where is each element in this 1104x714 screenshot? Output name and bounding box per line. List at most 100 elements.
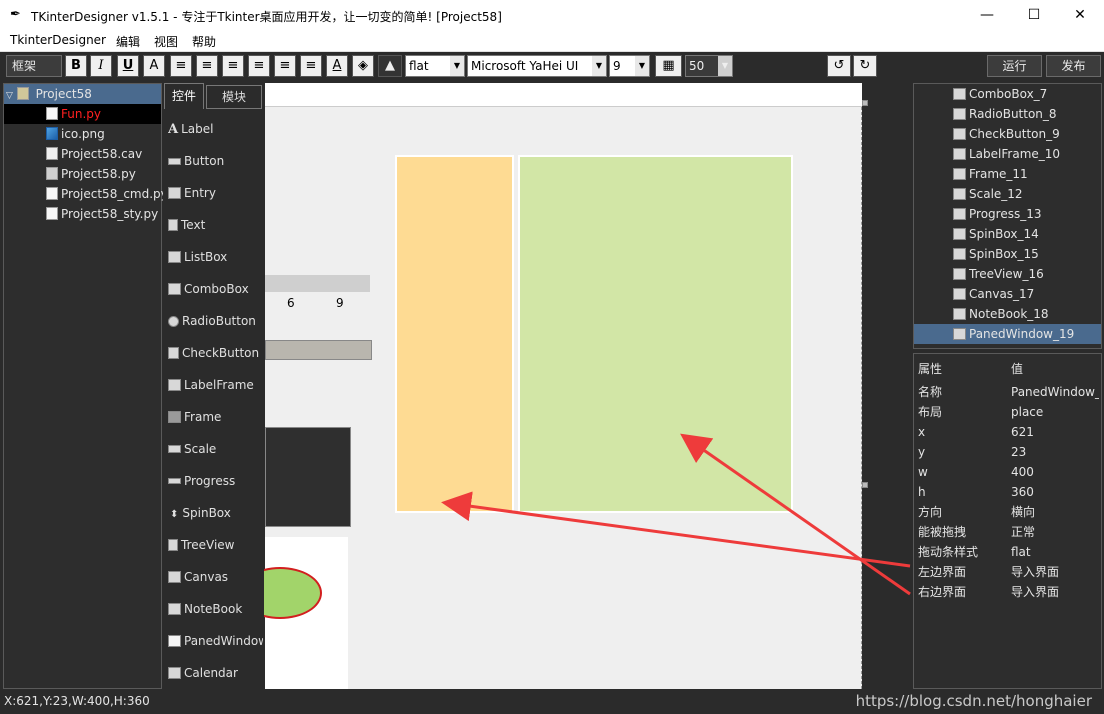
design-canvas[interactable]: 6 9	[238, 83, 908, 689]
relief-select[interactable]: flat ▼	[405, 55, 465, 77]
paned-window-left-pane[interactable]	[395, 155, 514, 513]
maximize-button[interactable]: ☐	[1011, 0, 1057, 30]
run-button[interactable]: 运行	[987, 55, 1042, 77]
italic-button[interactable]: I	[90, 55, 112, 77]
property-row[interactable]: h 360	[914, 482, 1101, 502]
font-family-select[interactable]: Microsoft YaHei UI ▼	[467, 55, 607, 77]
close-button[interactable]: ✕	[1057, 0, 1103, 30]
widget-item-canvas[interactable]: Canvas	[168, 567, 263, 587]
valign-top-icon[interactable]: ≡	[248, 55, 270, 77]
property-value[interactable]: 导入界面	[1011, 582, 1099, 602]
scale-widget[interactable]	[265, 275, 370, 292]
paned-window-right-pane[interactable]	[518, 155, 793, 513]
property-value[interactable]: place	[1011, 402, 1099, 422]
publish-button[interactable]: 发布	[1046, 55, 1101, 77]
property-value[interactable]: 360	[1011, 482, 1099, 502]
menu-edit[interactable]: 编辑	[116, 33, 140, 50]
minimize-button[interactable]: —	[964, 0, 1010, 30]
resize-handle[interactable]	[862, 100, 868, 106]
grid-icon[interactable]: ▦	[655, 55, 682, 77]
image-icon[interactable]: ▲	[378, 55, 402, 77]
widget-item-spinbox[interactable]: ⬍ SpinBox	[168, 503, 263, 523]
property-row[interactable]: w 400	[914, 462, 1101, 482]
widget-item-radiobutton[interactable]: RadioButton	[168, 311, 263, 331]
property-value[interactable]: PanedWindow_	[1011, 382, 1099, 402]
object-list-item[interactable]: Scale_12	[914, 184, 1101, 204]
object-list-item[interactable]: PanedWindow_19	[914, 324, 1101, 344]
align-right-icon[interactable]: ≡	[222, 55, 244, 77]
object-list-item[interactable]: ComboBox_7	[914, 84, 1101, 104]
widget-item-checkbutton[interactable]: CheckButton	[168, 343, 263, 363]
widget-item-treeview[interactable]: TreeView	[168, 535, 263, 555]
grid-size-spin[interactable]: 50 ▼	[685, 55, 733, 77]
object-list-item[interactable]: Canvas_17	[914, 284, 1101, 304]
widget-item-button[interactable]: Button	[168, 151, 263, 171]
property-row[interactable]: 右边界面 导入界面	[914, 582, 1101, 602]
redo-icon[interactable]: ↻	[853, 55, 877, 77]
property-value[interactable]: 23	[1011, 442, 1099, 462]
property-row[interactable]: x 621	[914, 422, 1101, 442]
align-left-icon[interactable]: ≡	[170, 55, 192, 77]
property-row[interactable]: 布局 place	[914, 402, 1101, 422]
property-row[interactable]: 左边界面 导入界面	[914, 562, 1101, 582]
menu-view[interactable]: 视图	[154, 33, 178, 50]
tree-item-main-py[interactable]: Project58.py	[4, 164, 136, 184]
fill-color-icon[interactable]: ◈	[352, 55, 374, 77]
text-color-icon[interactable]: A	[326, 55, 348, 77]
form-surface[interactable]: 6 9	[238, 100, 868, 689]
object-list-item[interactable]: RadioButton_8	[914, 104, 1101, 124]
widget-item-label[interactable]: A Label	[168, 119, 263, 139]
font-size-select[interactable]: 9 ▼	[609, 55, 650, 77]
tree-item-ico-png[interactable]: ico.png	[4, 124, 105, 144]
tree-item-cmd-py[interactable]: Project58_cmd.py	[4, 184, 168, 204]
tree-item-sty-py[interactable]: Project58_sty.py	[4, 204, 158, 224]
property-row[interactable]: 方向 横向	[914, 502, 1101, 522]
resize-handle[interactable]	[862, 482, 868, 488]
object-list-item[interactable]: SpinBox_14	[914, 224, 1101, 244]
property-row[interactable]: 能被拖拽 正常	[914, 522, 1101, 542]
object-list-item[interactable]: Frame_11	[914, 164, 1101, 184]
property-value[interactable]: 621	[1011, 422, 1099, 442]
tab-widgets[interactable]: 控件	[164, 83, 204, 109]
object-list-item[interactable]: NoteBook_18	[914, 304, 1101, 324]
widget-item-combobox[interactable]: ComboBox	[168, 279, 263, 299]
widget-item-progress[interactable]: Progress	[168, 471, 263, 491]
menu-help[interactable]: 帮助	[192, 33, 216, 50]
property-value[interactable]: flat	[1011, 542, 1099, 562]
widget-item-scale[interactable]: Scale	[168, 439, 263, 459]
font-button[interactable]: A	[143, 55, 165, 77]
widget-item-listbox[interactable]: ListBox	[168, 247, 263, 267]
widget-item-entry[interactable]: Entry	[168, 183, 263, 203]
underline-button[interactable]: U	[117, 55, 139, 77]
undo-icon[interactable]: ↺	[827, 55, 851, 77]
frame-select[interactable]: 框架	[6, 55, 62, 77]
valign-bottom-icon[interactable]: ≡	[300, 55, 322, 77]
widget-item-frame[interactable]: Frame	[168, 407, 263, 427]
widget-item-calendar[interactable]: Calendar	[168, 663, 263, 683]
widget-item-text[interactable]: Text	[168, 215, 263, 235]
widget-item-panedwindow[interactable]: PanedWindow	[168, 631, 263, 651]
object-list-item[interactable]: TreeView_16	[914, 264, 1101, 284]
widget-item-labelframe[interactable]: LabelFrame	[168, 375, 263, 395]
property-row[interactable]: y 23	[914, 442, 1101, 462]
property-value[interactable]: 导入界面	[1011, 562, 1099, 582]
property-row[interactable]: 拖动条样式 flat	[914, 542, 1101, 562]
widget-item-notebook[interactable]: NoteBook	[168, 599, 263, 619]
object-list-item[interactable]: CheckButton_9	[914, 124, 1101, 144]
valign-middle-icon[interactable]: ≡	[274, 55, 296, 77]
tree-root[interactable]: ▽ Project58	[4, 84, 161, 104]
object-list-item[interactable]: Progress_13	[914, 204, 1101, 224]
menu-tkinterdesigner[interactable]: TkinterDesigner	[10, 33, 106, 47]
tree-item-cav[interactable]: Project58.cav	[4, 144, 142, 164]
progress-widget[interactable]	[265, 340, 372, 360]
property-value[interactable]: 横向	[1011, 502, 1099, 522]
collapse-icon[interactable]: ▽	[6, 91, 13, 101]
tab-modules[interactable]: 模块	[206, 85, 262, 109]
property-value[interactable]: 正常	[1011, 522, 1099, 542]
bold-button[interactable]: B	[65, 55, 87, 77]
canvas-widget[interactable]	[238, 537, 348, 689]
property-row[interactable]: 名称 PanedWindow_	[914, 382, 1101, 402]
object-list-item[interactable]: SpinBox_15	[914, 244, 1101, 264]
tree-item-fun-py[interactable]: Fun.py	[4, 104, 161, 124]
align-center-icon[interactable]: ≡	[196, 55, 218, 77]
